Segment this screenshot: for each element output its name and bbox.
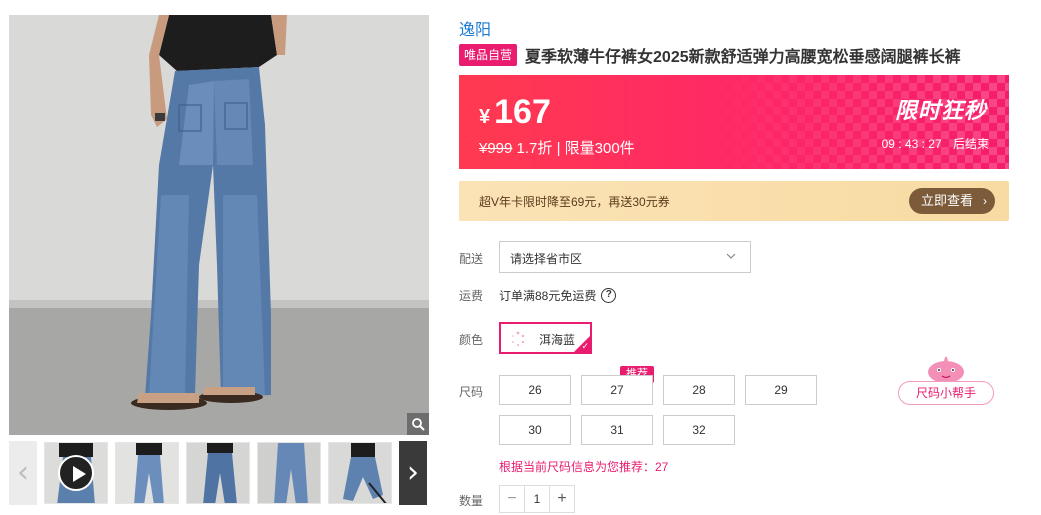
magnifier-icon — [412, 418, 425, 431]
region-select[interactable]: 请选择省市区 — [499, 241, 751, 273]
mascot-icon — [928, 356, 964, 383]
zoom-button[interactable] — [407, 413, 429, 435]
thumbnail-image — [329, 443, 391, 503]
chevron-right-icon: › — [983, 194, 987, 208]
title-row: 唯品自营 夏季软薄牛仔裤女2025新款舒适弹力高腰宽松垂感阔腿裤长裤 — [459, 44, 961, 66]
view-now-button[interactable]: 立即查看 › — [908, 188, 995, 214]
price-row: ¥ 167 — [479, 93, 551, 132]
size-recommendation: 根据当前尺码信息为您推荐：27 — [499, 460, 669, 474]
color-label: 颜色 — [459, 333, 484, 347]
size-option[interactable]: 29 — [745, 375, 817, 405]
play-icon — [58, 455, 94, 491]
increase-button[interactable]: + — [550, 486, 574, 512]
region-placeholder: 请选择省市区 — [510, 252, 583, 266]
jeans-model-photo — [9, 15, 429, 435]
main-product-image[interactable] — [9, 15, 429, 435]
size-option[interactable]: 26 — [499, 375, 571, 405]
thumbnail-image — [116, 443, 178, 503]
quantity-label: 数量 — [459, 494, 484, 508]
currency-symbol: ¥ — [479, 106, 491, 128]
delivery-label: 配送 — [459, 252, 484, 266]
check-icon: ✓ — [581, 341, 589, 351]
thumbnail-3[interactable] — [186, 442, 250, 504]
countdown-suffix: 后结束 — [952, 137, 989, 151]
countdown-time: 09 : 43 : 27 — [881, 137, 942, 151]
thumbnail-strip: ‹ › — [9, 441, 429, 505]
thumbnail-video[interactable] — [44, 442, 108, 504]
size-helper-button[interactable]: 尺码小帮手 — [898, 350, 996, 408]
size-option[interactable]: 27 — [581, 375, 653, 405]
size-option[interactable]: 31 — [581, 415, 653, 445]
self-operated-badge: 唯品自营 — [459, 44, 518, 66]
thumbnail-image — [258, 443, 320, 503]
size-option[interactable]: 30 — [499, 415, 571, 445]
vip-promo-bar: 超V年卡限时降至69元，再送30元券 立即查看 › — [459, 181, 1009, 221]
product-title: 夏季软薄牛仔裤女2025新款舒适弹力高腰宽松垂感阔腿裤长裤 — [525, 49, 961, 66]
decrease-button[interactable]: − — [500, 486, 524, 512]
sale-price: 167 — [494, 93, 551, 131]
freight-text: 订单满88元免运费 — [499, 289, 597, 303]
flash-sale-banner: ¥ 167 ¥999 1.7折 | 限量300件 限时狂秒 09 : 43 : … — [459, 75, 1009, 169]
quantity-value[interactable]: 1 — [524, 486, 550, 512]
size-option[interactable]: 28 — [663, 375, 735, 405]
thumbnail-2[interactable] — [115, 442, 179, 504]
vip-promo-text: 超V年卡限时降至69元，再送30元券 — [479, 195, 670, 209]
color-name: 洱海蓝 — [539, 333, 576, 347]
view-now-label: 立即查看 — [920, 193, 973, 208]
brand-link[interactable]: 逸阳 — [459, 16, 491, 40]
thumbnail-4[interactable] — [257, 442, 321, 504]
size-label: 尺码 — [459, 385, 484, 399]
color-option-selected[interactable]: 洱海蓝 ✓ — [499, 322, 592, 354]
quantity-stepper: − 1 + — [499, 485, 575, 513]
chevron-down-icon — [726, 253, 736, 259]
help-icon[interactable]: ? — [601, 288, 617, 303]
freight-label: 运费 — [459, 289, 484, 303]
thumb-next-button[interactable]: › — [399, 441, 427, 505]
flash-sale-label: 限时狂秒 — [894, 98, 987, 123]
chevron-right-icon: › — [407, 455, 419, 490]
thumb-prev-button[interactable]: ‹ — [9, 441, 37, 505]
thumbnail-5[interactable] — [328, 442, 392, 504]
original-price: ¥999 — [479, 140, 513, 157]
discount-rate: 1.7折 — [516, 140, 553, 157]
chevron-left-icon: ‹ — [17, 455, 29, 490]
thumbnail-image — [187, 443, 249, 503]
countdown: 09 : 43 : 27 后结束 — [882, 135, 989, 152]
freight-info: 订单满88元免运费 ? — [499, 287, 617, 304]
price-sub-row: ¥999 1.7折 | 限量300件 — [479, 137, 635, 158]
stock-limit: | 限量300件 — [556, 140, 635, 157]
size-option[interactable]: 32 — [663, 415, 735, 445]
size-helper-label: 尺码小帮手 — [898, 381, 994, 405]
loading-icon — [512, 331, 525, 346]
